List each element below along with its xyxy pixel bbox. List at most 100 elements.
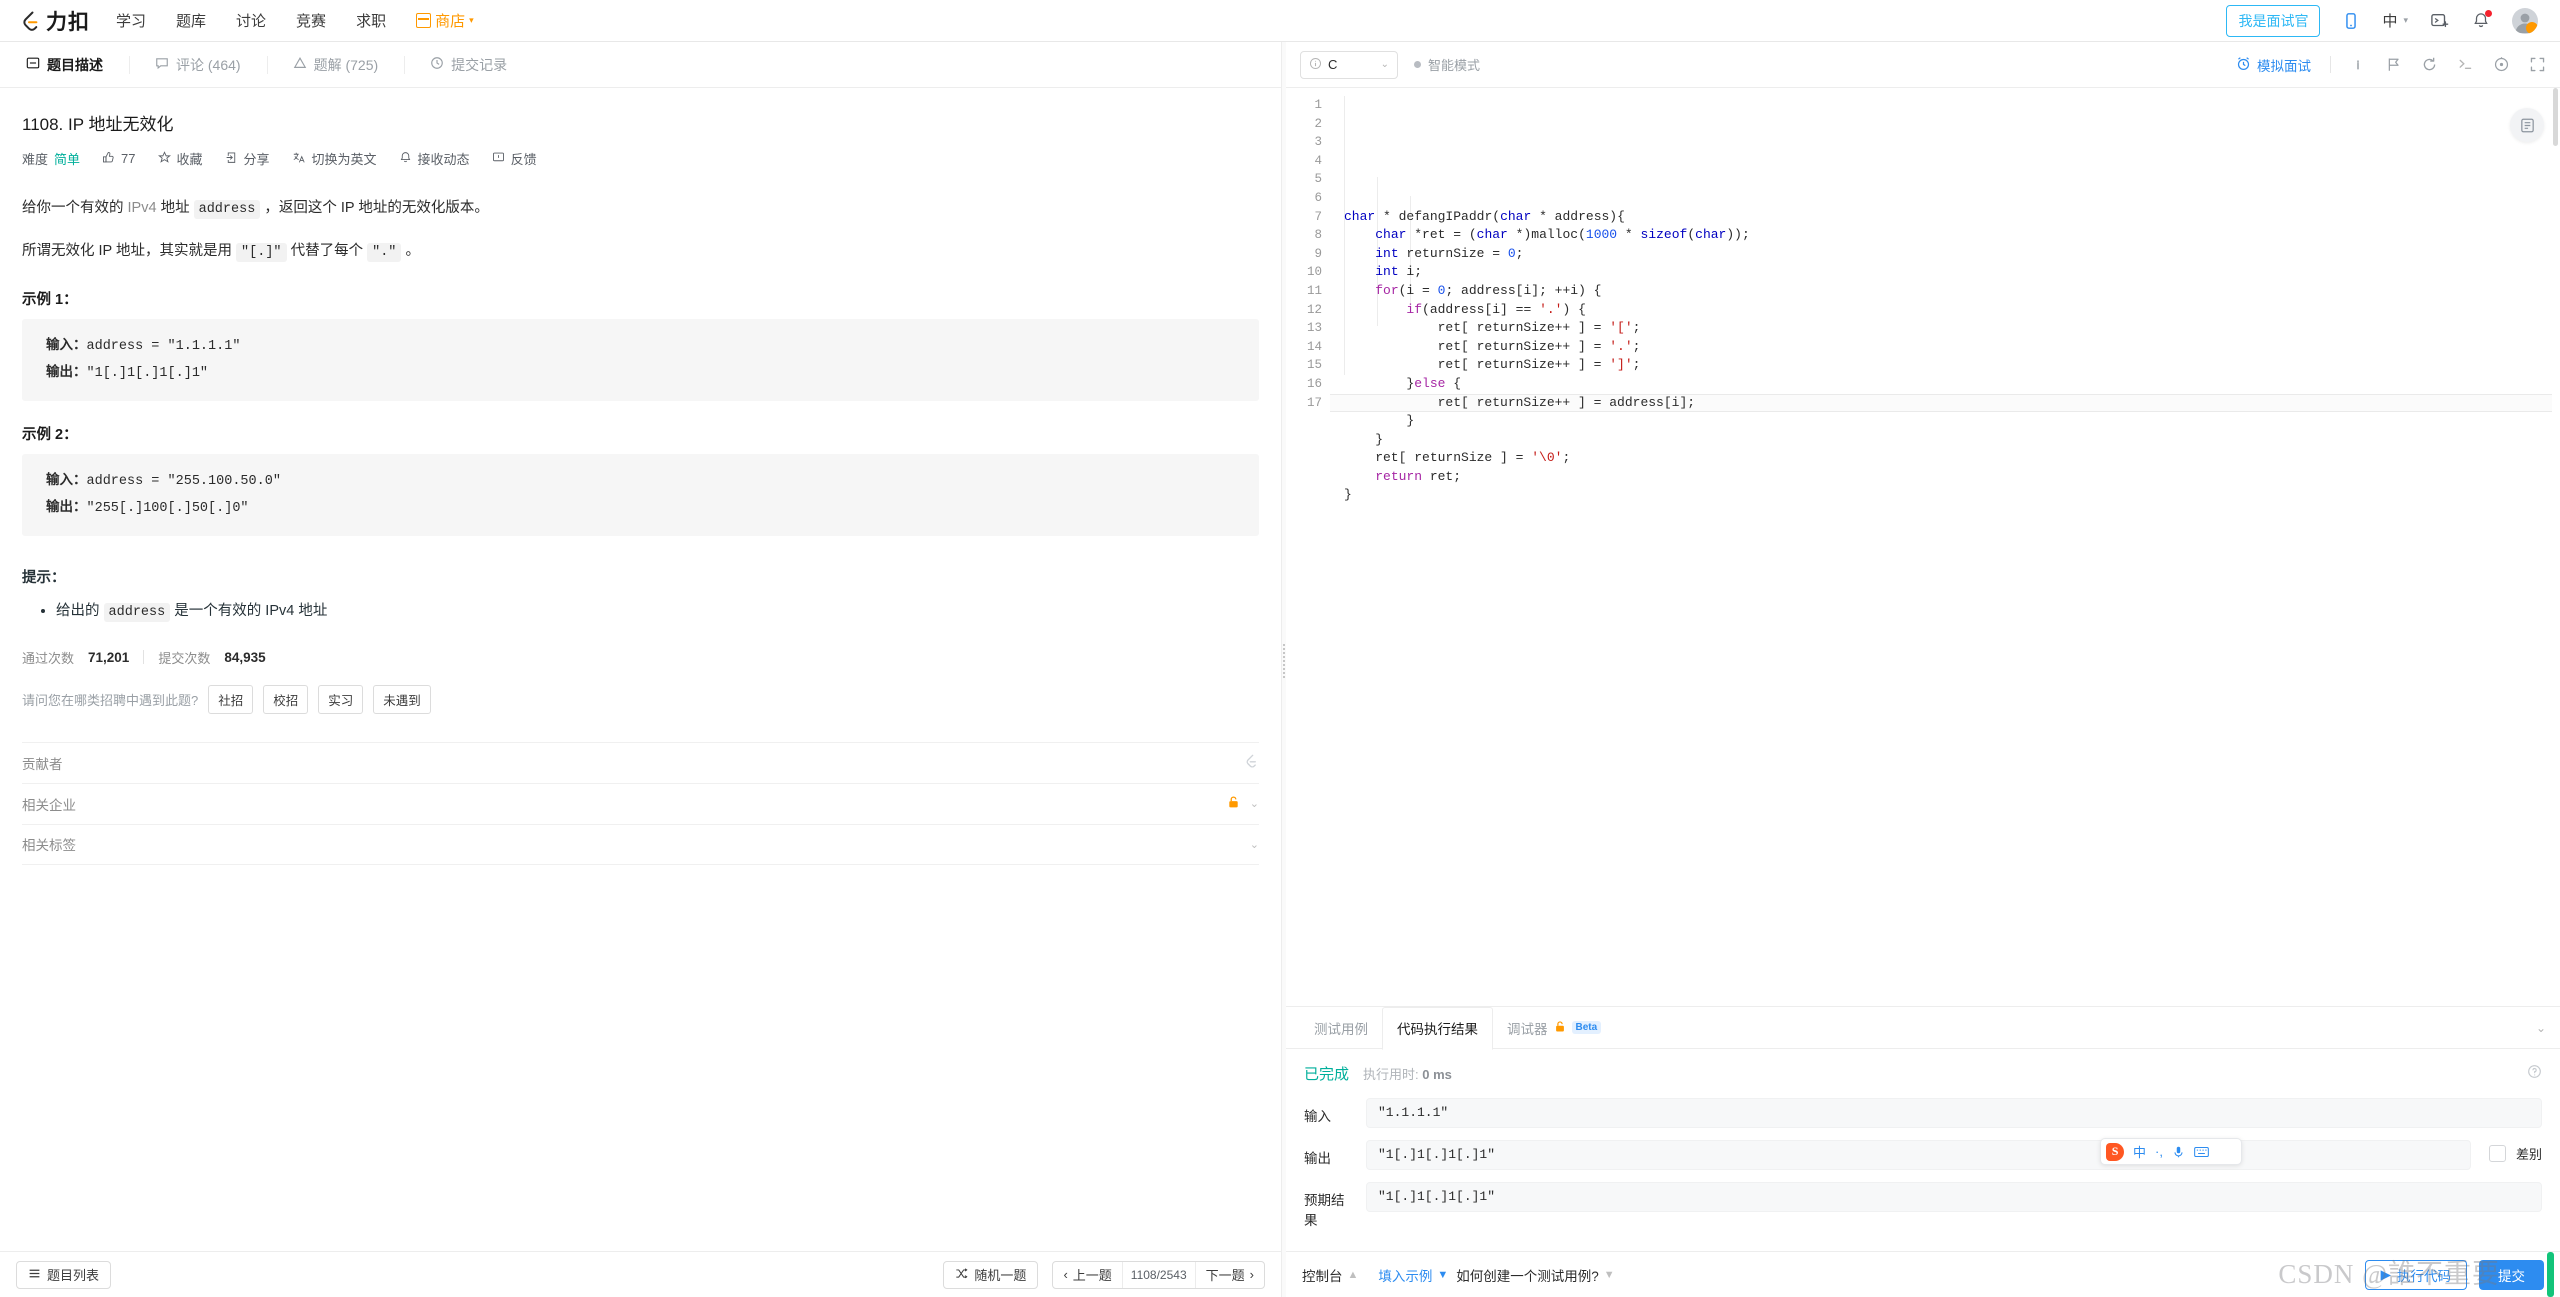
run-code-button[interactable]: ▶ 执行代码 [2364,1259,2467,1290]
editor-scrollbar[interactable] [2551,88,2560,1006]
fullscreen-icon[interactable] [2529,56,2546,73]
problem-list-label: 题目列表 [47,1268,100,1283]
nav-problems[interactable]: 题库 [176,10,206,31]
section-companies[interactable]: 相关企业 ⌄ [22,782,1259,824]
ime-punctuation-button[interactable]: ·, [2155,1144,2163,1159]
nav-study[interactable]: 学习 [116,10,146,31]
collapsible-sections: 贡献者 相关企业 ⌄ 相关标签 ⌄ [22,741,1259,865]
mobile-app-icon[interactable] [2342,12,2360,30]
ime-toolbar[interactable]: S 中 ·, [2100,1138,2242,1165]
notifications-bell-icon[interactable] [2472,10,2492,30]
section-tags[interactable]: 相关标签 ⌄ [22,823,1259,865]
language-select[interactable]: C ⌄ [1300,50,1398,79]
terminal-icon[interactable] [2457,56,2474,73]
code-line: }else { [1344,375,1462,391]
desc-text: 所谓无效化 IP 地址，其实就是用 [22,243,237,259]
section-contributors[interactable]: 贡献者 [22,741,1259,783]
poll-option-social[interactable]: 社招 [208,684,254,714]
fill-example-button[interactable]: 填入示例 ▼ [1378,1265,1448,1285]
difficulty-label: 难度 [22,152,49,167]
hint-text: 是一个有效的 IPv4 地址 [170,602,328,619]
code-line: int i; [1375,264,1423,280]
playground-icon[interactable] [2430,12,2450,30]
hint-text: 给出的 [56,602,104,619]
switch-language-button[interactable]: 切换为英文 [292,149,377,168]
leetcode-problem-page: 力扣 学习 题库 讨论 竞赛 求职 商店 ▾ 我是面试官 中 ▾ 题目描述 评论… [0,0,2560,1297]
nav-jobs[interactable]: 求职 [356,10,386,31]
apps-icon[interactable] [2218,1145,2232,1159]
nav-shop-label: 商店 [435,13,466,30]
problem-description: 给你一个有效的 IPv4 地址 address ，返回这个 IP 地址的无效化版… [22,194,1259,266]
random-problem-button[interactable]: 随机一题 [943,1260,1039,1289]
nav-shop[interactable]: 商店 ▾ [416,10,474,31]
nav-discuss[interactable]: 讨论 [236,10,266,31]
smart-mode-toggle[interactable]: 智能模式 [1414,55,1480,74]
example-2-block: 输入：address = "255.100.50.0" 输出："255[.]10… [22,453,1259,536]
next-problem-button[interactable]: 下一题 › [1196,1262,1264,1288]
tab-description[interactable]: 题目描述 [0,42,129,87]
chevron-down-icon: ▾ [2403,15,2408,25]
reset-icon[interactable] [2421,56,2438,73]
editor-toolbar: C ⌄ 智能模式 模拟面试 [1286,42,2560,88]
like-button[interactable]: 77 [102,151,136,167]
code-line: ret[ returnSize ] = '\0'; [1344,450,1571,466]
language-selector[interactable]: 中 ▾ [2382,10,2408,31]
submit-button[interactable]: 提交 [2479,1259,2544,1290]
example-input-value: address = "255.100.50.0" [86,473,281,489]
desc-text: ，返回这个 IP 地址的无效化版本。 [260,200,489,216]
prev-problem-button[interactable]: ‹ 上一题 [1053,1262,1121,1288]
example-2-input: 输入：address = "255.100.50.0" [46,468,1235,495]
desc-paragraph-1: 给你一个有效的 IPv4 地址 address ，返回这个 IP 地址的无效化版… [22,194,1259,223]
code-editor[interactable]: 1 2 3 4 5 6 7 8 9 10 11 12 13 14 15 16 17 char * defangI… [1286,88,2560,1006]
console-collapse-icon[interactable]: ⌄ [2536,1021,2546,1035]
favorite-button[interactable]: 收藏 [157,149,203,168]
status-badge: 已完成 [1304,1066,1350,1083]
code-line: } [1344,487,1352,503]
bell-icon [399,151,412,167]
hints-heading: 提示： [22,569,66,586]
example-output-label: 输出： [46,498,87,514]
tab-comments[interactable]: 评论 (464) [129,42,267,87]
tab-submissions[interactable]: 提交记录 [404,42,533,87]
poll-option-campus[interactable]: 校招 [263,684,309,714]
chevron-down-icon: ▼ [1603,1268,1615,1281]
page-title: 1108. IP 地址无效化 [22,115,174,134]
poll-option-none[interactable]: 未遇到 [373,684,431,714]
example-output-label: 输出： [46,363,87,379]
how-to-create-testcase-button[interactable]: 如何创建一个测试用例? ▼ [1456,1265,1614,1285]
description-icon [26,56,40,73]
tab-result[interactable]: 代码执行结果 [1382,1006,1493,1050]
mock-interview-button[interactable]: 模拟面试 [2236,55,2311,75]
problem-list-button[interactable]: 题目列表 [16,1260,112,1289]
diff-checkbox[interactable] [2488,1145,2506,1162]
leetcode-logo[interactable]: 力扣 [18,6,90,36]
line-number: 7 [1314,209,1322,224]
nav-contest[interactable]: 竞赛 [296,10,326,31]
interviewer-button[interactable]: 我是面试官 [2226,4,2321,37]
info-icon[interactable] [2350,57,2366,73]
settings-icon[interactable] [2493,56,2510,73]
notes-button[interactable] [2510,108,2544,142]
poll-option-intern[interactable]: 实习 [318,684,364,714]
ime-mode-button[interactable]: 中 [2133,1142,2146,1161]
mic-icon[interactable] [2172,1145,2185,1159]
line-number: 2 [1314,116,1322,131]
testcase-input: "1.1.1.1" [1366,1098,2542,1128]
main-split: 题目描述 评论 (464) 题解 (725) 提交记录 1108. IP 地址无… [0,42,2560,1297]
avatar[interactable] [2512,7,2538,34]
help-icon[interactable] [2527,1064,2542,1084]
desc-code-bracket: "[.]" [236,243,287,262]
subscribe-button[interactable]: 接收动态 [399,149,470,168]
code-text[interactable]: char * defangIPaddr(char * address){ cha… [1330,88,2560,1006]
feedback-button[interactable]: 反馈 [492,149,537,168]
diff-toggle[interactable]: 差别 [2488,1140,2542,1163]
input-row: 输入 "1.1.1.1" [1304,1098,2542,1128]
keyboard-icon[interactable] [2194,1146,2209,1158]
example-output-value: "255[.]100[.]50[.]0" [86,500,249,516]
tab-testcase[interactable]: 测试用例 [1300,1007,1382,1049]
share-button[interactable]: 分享 [225,149,270,168]
console-toggle-button[interactable]: 控制台 ▲ [1302,1265,1358,1285]
tab-solutions[interactable]: 题解 (725) [266,42,405,87]
tab-debugger[interactable]: 调试器 Beta [1493,1007,1615,1049]
flag-icon[interactable] [2385,56,2402,73]
